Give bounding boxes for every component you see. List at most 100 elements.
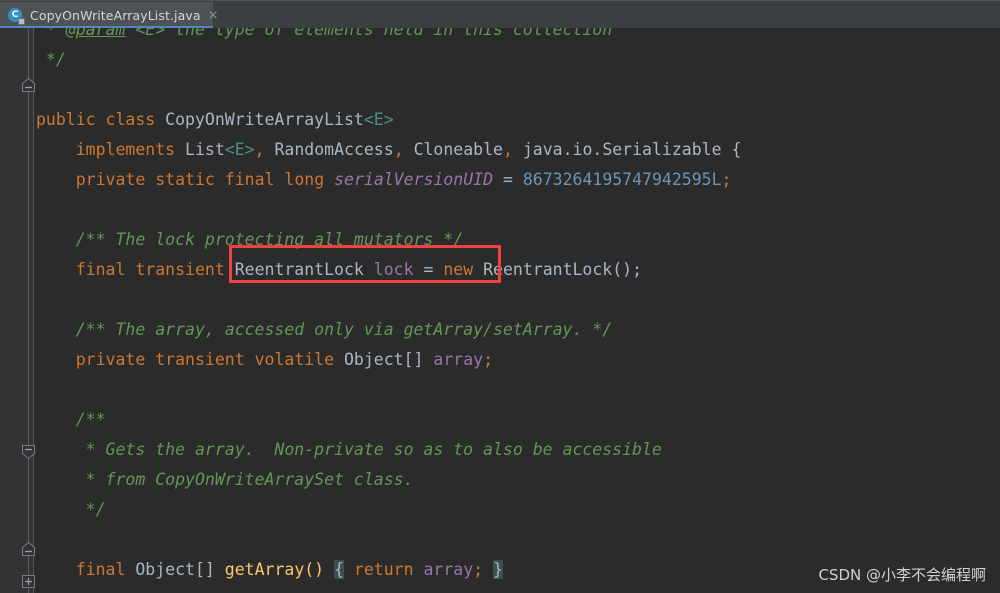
code-line-class-decl: public class CopyOnWriteArrayList<E> [34, 105, 1000, 135]
generic-param: <E> [363, 110, 394, 129]
lock-badge-icon [18, 17, 25, 25]
operator-assign-2: = [423, 260, 434, 279]
code-line-implements: implements List<E>, RandomAccess, Clonea… [34, 135, 1000, 165]
tab-label: CopyOnWriteArrayList.java [30, 8, 201, 23]
semicolon-1: ; [721, 170, 732, 189]
sp14 [364, 260, 374, 279]
sp20 [334, 350, 344, 369]
javadoc-tag-param: @param [65, 28, 126, 39]
sp9 [324, 170, 334, 189]
keyword-transient: transient [135, 260, 225, 279]
javadoc-open-token: /** [75, 410, 106, 429]
space2 [155, 110, 165, 129]
indent11 [36, 560, 76, 579]
sp22 [125, 560, 135, 579]
comment-array: /** The array, accessed only via getArra… [75, 320, 613, 339]
code-line-javadoc-gets: * Gets the array. Non-private so as to a… [34, 435, 1000, 465]
type-cloneable: Cloneable [413, 140, 503, 159]
indent6 [36, 350, 76, 369]
sp7 [215, 170, 225, 189]
keyword-private-2: private [75, 350, 146, 369]
sp27 [483, 560, 493, 579]
field-serialversionuid: serialVersionUID [334, 170, 494, 189]
brace-match-close: } [493, 560, 503, 579]
javadoc-text-gets: * Gets the array. Non-private so as to a… [75, 440, 662, 459]
semicolon-3: ; [473, 560, 484, 579]
sp10 [493, 170, 503, 189]
sp15 [414, 260, 424, 279]
editor-tab-bar: C CopyOnWriteArrayList.java × [0, 0, 1000, 29]
javadoc-star: * [36, 28, 66, 39]
code-line-array-decl: private transient volatile Object[] arra… [34, 345, 1000, 375]
java-class-icon: C [8, 7, 25, 25]
javadoc-close-token: */ [36, 50, 66, 69]
code-line-lock-decl: final transient ReentrantLock lock = new… [34, 255, 1000, 285]
sp19 [245, 350, 255, 369]
code-fold-rail [28, 28, 29, 593]
code-line-javadoc-open-2: /** [34, 405, 1000, 435]
indent7 [36, 410, 76, 429]
indent9 [36, 470, 76, 489]
sp [175, 140, 185, 159]
code-line-lock-comment: /** The lock protecting all mutators */ [34, 225, 1000, 255]
code-content[interactable]: * @param <E> the type of elements held i… [34, 28, 1000, 593]
type-list: List [185, 140, 225, 159]
sp12 [125, 260, 135, 279]
field-array: array [433, 350, 484, 369]
sp6 [145, 170, 155, 189]
keyword-private: private [75, 170, 146, 189]
keyword-static: static [155, 170, 215, 189]
sp8 [274, 170, 284, 189]
field-lock: lock [373, 260, 414, 279]
tab-copyonwritearraylist-java[interactable]: C CopyOnWriteArrayList.java × [0, 2, 219, 29]
keyword-new: new [443, 260, 474, 279]
comment-lock: /** The lock protecting all mutators */ [75, 230, 464, 249]
keyword-volatile: volatile [254, 350, 335, 369]
code-line-javadoc-param: * @param <E> the type of elements held i… [34, 28, 1000, 45]
javadoc-text-from: * from CopyOnWriteArraySet class. [75, 470, 414, 489]
comma-3: , [502, 140, 513, 159]
comma-2: , [393, 140, 404, 159]
comma-1: , [254, 140, 265, 159]
open-brace-class: { [731, 140, 742, 159]
code-line-javadoc-from: * from CopyOnWriteArraySet class. [34, 465, 1000, 495]
code-line-javadoc-close: */ [34, 45, 1000, 75]
indent10 [36, 500, 76, 519]
indent5 [36, 320, 76, 339]
indent4 [36, 260, 76, 279]
indent3 [36, 230, 76, 249]
keyword-public: public [36, 110, 96, 129]
type-serializable: java.io.Serializable [522, 140, 722, 159]
sp5 [722, 140, 732, 159]
csdn-watermark: CSDN @小李不会编程啊 [818, 566, 986, 584]
javadoc-param-text: <E> the type of elements held in this co… [125, 28, 613, 39]
close-icon[interactable]: × [208, 9, 219, 22]
sp11 [513, 170, 523, 189]
sp24 [324, 560, 334, 579]
brace-match-open: { [334, 560, 344, 579]
keyword-implements: implements [75, 140, 176, 159]
keyword-final: final [224, 170, 275, 189]
code-editor[interactable]: * @param <E> the type of elements held i… [0, 28, 1000, 593]
indent8 [36, 440, 76, 459]
type-object-array: Object[] [344, 350, 424, 369]
sp13 [225, 260, 235, 279]
code-line-serialversionuid: private static final long serialVersionU… [34, 165, 1000, 195]
operator-assign-1: = [502, 170, 513, 189]
sp26 [414, 560, 424, 579]
javadoc-close-token-2: */ [75, 500, 106, 519]
keyword-final-3: final [75, 560, 126, 579]
keyword-final-2: final [75, 260, 126, 279]
keyword-transient-2: transient [155, 350, 245, 369]
keyword-long: long [284, 170, 325, 189]
type-randomaccess: RandomAccess [274, 140, 394, 159]
semicolon-2: ; [483, 350, 494, 369]
sp21 [423, 350, 433, 369]
code-line-javadoc-close-2: */ [34, 495, 1000, 525]
indent2 [36, 170, 76, 189]
constructor-call-reentrantlock: ReentrantLock(); [483, 260, 643, 279]
keyword-class: class [105, 110, 156, 129]
generic-param-list: <E> [224, 140, 255, 159]
sp25 [344, 560, 354, 579]
